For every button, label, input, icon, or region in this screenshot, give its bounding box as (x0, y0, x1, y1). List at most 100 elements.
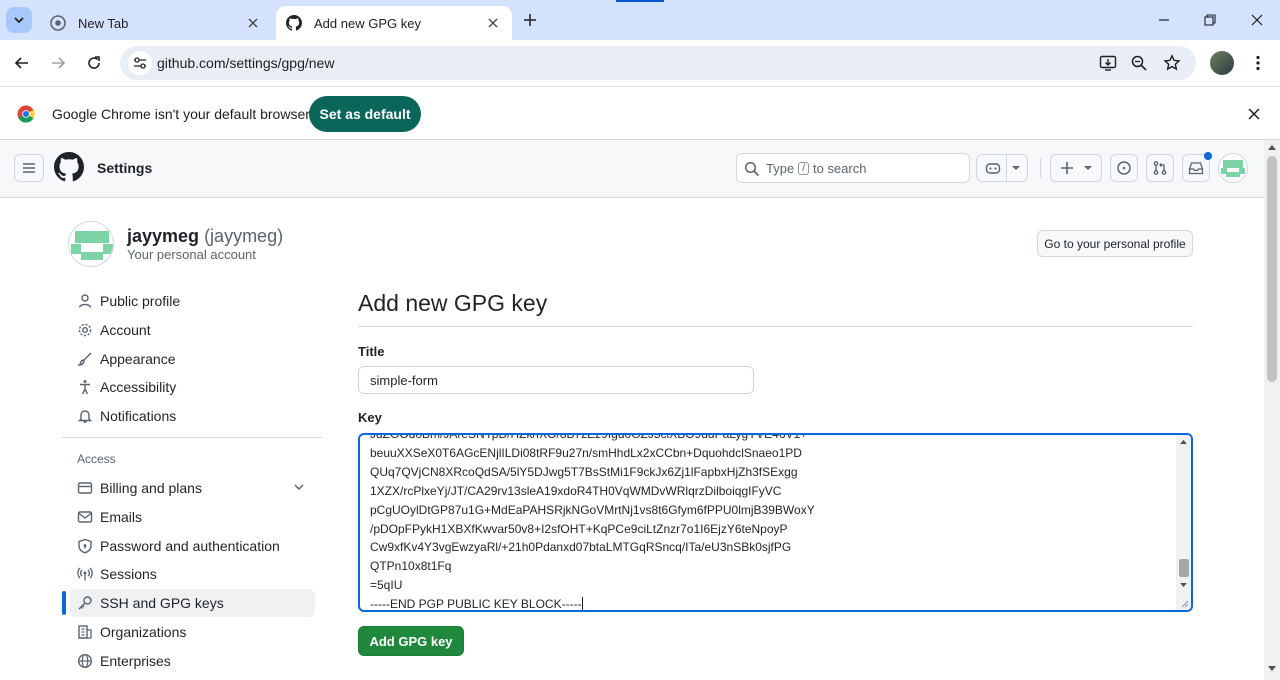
key-line: beuuXXSeX0T6AGcENjlILDi08tRF9u27n/smHhdL… (370, 445, 802, 460)
sidebar-item-label: Password and authentication (100, 538, 280, 554)
close-window-button[interactable] (1245, 8, 1269, 32)
sidebar-item-accessibility[interactable]: Accessibility (70, 373, 315, 401)
tab-title: New Tab (78, 15, 129, 31)
search-shortcut-key: / (798, 162, 809, 175)
tab-search-button[interactable] (6, 7, 32, 33)
minimize-window-button[interactable] (1152, 8, 1176, 32)
scroll-down-icon[interactable] (1268, 666, 1276, 672)
scrollbar-thumb[interactable] (1267, 156, 1277, 382)
credit-card-icon (77, 480, 93, 496)
profile-avatar[interactable] (1210, 51, 1234, 75)
pull-requests-button[interactable] (1146, 154, 1174, 182)
caret-down-icon (1011, 166, 1020, 170)
chevron-down-icon (14, 17, 24, 24)
sidebar-item-ssh-gpg-keys[interactable]: SSH and GPG keys (70, 589, 315, 617)
chrome-menu-button[interactable] (1244, 49, 1272, 77)
organization-icon (77, 624, 93, 640)
textarea-scrollbar-thumb[interactable] (1179, 559, 1189, 577)
key-line: pCgUOylDtGP87u1G+MdEaPAHSRjkNGoVMrtNj1vs… (370, 502, 815, 517)
sidebar-divider (62, 437, 322, 438)
caret-down-icon (1084, 166, 1092, 170)
notification-indicator (1204, 152, 1212, 160)
identicon-avatar-icon (1218, 153, 1248, 183)
textarea-scrollbar[interactable] (1176, 435, 1191, 610)
search-placeholder: Type / to search (766, 161, 866, 176)
forward-button[interactable] (44, 49, 72, 77)
key-textarea[interactable]: JdZGOdoBm/JAreSNYpD/HZk/fXO/8B7zEz9fgdoG… (358, 433, 1193, 612)
restore-window-button[interactable] (1198, 8, 1222, 32)
sidebar-item-appearance[interactable]: Appearance (70, 345, 315, 373)
sidebar-item-label: Organizations (100, 624, 187, 640)
sidebar-item-sessions[interactable]: Sessions (70, 560, 315, 588)
sidebar-item-label: Enterprises (100, 653, 171, 669)
open-global-nav-button[interactable] (14, 154, 44, 182)
plus-icon (524, 14, 536, 26)
reload-button[interactable] (80, 49, 108, 77)
broadcast-icon (77, 566, 93, 582)
account-login: (jayymeg) (204, 226, 284, 246)
close-tab-icon[interactable] (244, 14, 262, 32)
button-divider (1005, 154, 1007, 182)
sidebar-item-label: Notifications (100, 408, 177, 424)
header-context-title[interactable]: Settings (97, 160, 152, 176)
resize-grip-icon[interactable] (1179, 598, 1189, 608)
chevron-down-icon (294, 484, 304, 491)
sidebar-item-label: Appearance (100, 351, 176, 367)
sidebar-item-notifications[interactable]: Notifications (70, 402, 315, 430)
sidebar-item-label: Accessibility (100, 379, 177, 395)
text-caret (581, 597, 583, 610)
close-tab-icon[interactable] (484, 14, 502, 32)
search-input[interactable]: Type / to search (736, 153, 970, 183)
key-line: 1XZX/rcPlxeYj/JT/CA29rv13sleA19xdoR4TH0V… (370, 483, 782, 498)
set-as-default-button[interactable]: Set as default (309, 96, 421, 132)
sidebar-item-label: Sessions (100, 566, 157, 582)
heading-divider (358, 326, 1193, 327)
account-subtitle: Your personal account (127, 247, 256, 262)
site-info-button[interactable] (128, 51, 152, 75)
sidebar-item-label: Billing and plans (100, 480, 202, 496)
back-button[interactable] (8, 49, 36, 77)
account-username: jayymeg (127, 226, 200, 246)
user-avatar-menu[interactable] (1218, 153, 1248, 188)
sidebar-item-public-profile[interactable]: Public profile (70, 287, 315, 315)
add-gpg-key-button[interactable]: Add GPG key (358, 626, 464, 656)
sidebar-item-billing[interactable]: Billing and plans (70, 474, 315, 502)
reload-icon (88, 56, 100, 69)
page-scrollbar[interactable] (1264, 140, 1280, 680)
tab-add-gpg-key[interactable]: Add new GPG key (276, 6, 512, 40)
create-new-button[interactable] (1050, 154, 1102, 182)
chrome-logo-icon (17, 105, 35, 123)
sidebar-item-organizations[interactable]: Organizations (70, 618, 315, 646)
close-infobar-icon[interactable] (1244, 104, 1264, 124)
key-line-last: -----END PGP PUBLIC KEY BLOCK----- (370, 595, 1170, 610)
identicon-avatar-icon (71, 231, 113, 260)
install-app-icon[interactable] (1098, 53, 1118, 73)
zoom-icon[interactable] (1129, 53, 1149, 73)
sidebar-item-account[interactable]: Account (70, 316, 315, 344)
scroll-up-icon[interactable] (1180, 439, 1187, 444)
copilot-menu-button[interactable] (976, 154, 1028, 182)
paintbrush-icon (77, 351, 93, 367)
url-text: github.com/settings/gpg/new (157, 55, 335, 71)
sidebar-item-enterprises[interactable]: Enterprises (70, 647, 315, 675)
key-icon (77, 595, 93, 611)
restore-icon (1204, 14, 1216, 26)
title-field[interactable] (358, 366, 754, 394)
bookmark-star-icon[interactable] (1162, 53, 1182, 73)
key-text: JdZGOdoBm/JAreSNYpD/HZk/fXO/8B7zEz9fgdoG… (370, 435, 1170, 610)
new-tab-button[interactable] (518, 8, 542, 32)
github-logo-icon[interactable] (54, 152, 84, 182)
scroll-up-icon[interactable] (1268, 144, 1276, 150)
search-prefix-text: Type (766, 161, 795, 176)
globe-icon (77, 653, 93, 669)
scroll-down-icon[interactable] (1180, 583, 1187, 588)
tab-new-tab[interactable]: New Tab (40, 6, 272, 40)
sidebar-item-emails[interactable]: Emails (70, 503, 315, 531)
issues-button[interactable] (1110, 154, 1138, 182)
plus-icon (1061, 162, 1073, 174)
header-divider (1040, 158, 1041, 178)
shield-lock-icon (77, 538, 93, 554)
sidebar-item-password-auth[interactable]: Password and authentication (70, 532, 315, 560)
address-bar[interactable]: github.com/settings/gpg/new (120, 46, 1196, 80)
go-to-profile-button[interactable]: Go to your personal profile (1037, 230, 1193, 257)
